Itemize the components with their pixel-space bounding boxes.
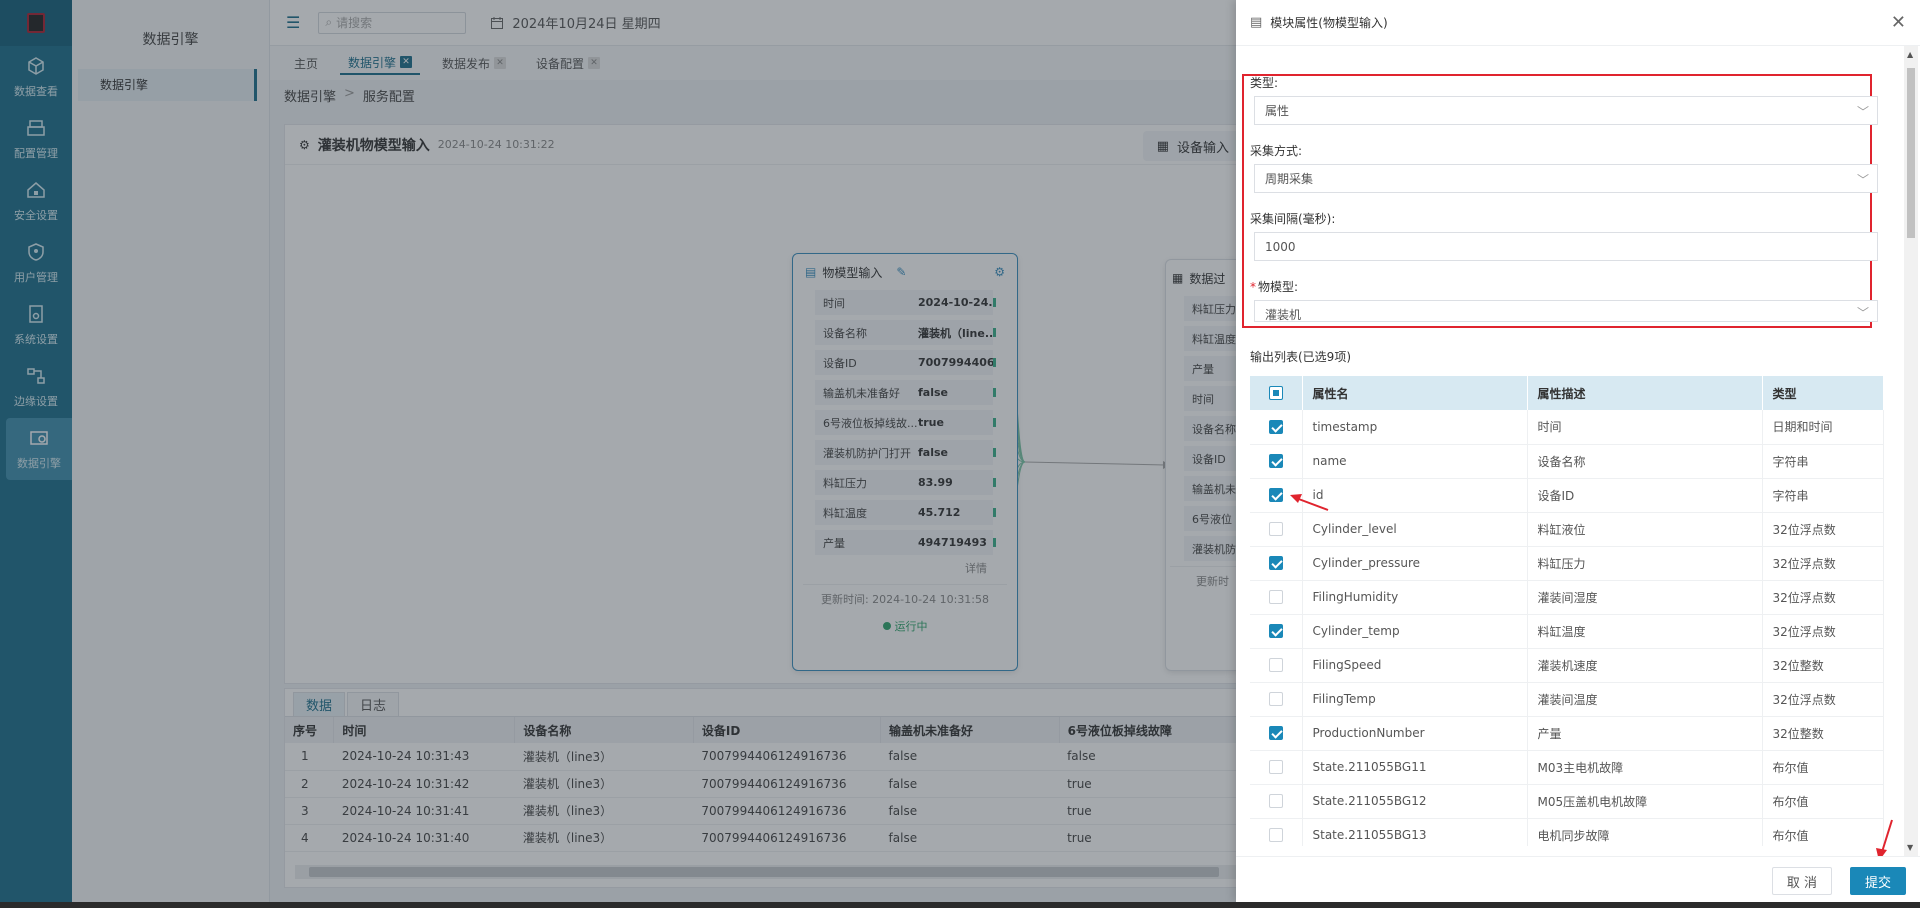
drawer-header: ▤ 模块属性(物模型输入) ✕ <box>1236 0 1920 46</box>
chevron-down-icon: ﹀ <box>1856 306 1869 320</box>
row-checkbox[interactable] <box>1250 648 1303 683</box>
attr-desc: 料缸温度 <box>1527 614 1763 649</box>
output-row[interactable]: Cylinder_pressure 料缸压力 32位浮点数 <box>1250 546 1884 581</box>
document-icon: ▤ <box>1250 15 1263 30</box>
row-checkbox[interactable] <box>1250 818 1303 846</box>
attr-name: State.211055BG13 <box>1302 818 1528 846</box>
chevron-down-icon: ﹀ <box>1856 105 1869 119</box>
method-value: 周期采集 <box>1265 172 1314 186</box>
output-row[interactable]: timestamp 时间 日期和时间 <box>1250 410 1884 445</box>
output-row[interactable]: ProductionNumber 产量 32位整数 <box>1250 716 1884 751</box>
attr-type: 32位浮点数 <box>1762 512 1884 547</box>
attr-name: State.211055BG11 <box>1302 750 1528 785</box>
attr-type: 32位浮点数 <box>1762 546 1884 581</box>
row-checkbox[interactable] <box>1250 410 1303 445</box>
attr-type: 布尔值 <box>1762 784 1884 819</box>
type-label: 类型: <box>1250 76 1279 90</box>
close-icon[interactable]: ✕ <box>1891 12 1906 33</box>
attr-type: 布尔值 <box>1762 818 1884 846</box>
output-row[interactable]: State.211055BG13 电机同步故障 布尔值 <box>1250 818 1884 846</box>
attr-desc: 设备名称 <box>1527 444 1763 479</box>
attr-name: Cylinder_pressure <box>1302 546 1528 581</box>
output-table: 属性名 属性描述 类型 timestamp 时间 日期和时间 name 设备名称 字符串 i… <box>1250 376 1884 846</box>
output-row[interactable]: name 设备名称 字符串 <box>1250 444 1884 479</box>
attr-type: 32位整数 <box>1762 716 1884 751</box>
select-all-checkbox[interactable] <box>1250 376 1303 410</box>
vertical-scrollbar[interactable]: ▲ ▼ <box>1904 46 1918 856</box>
attr-type: 32位浮点数 <box>1762 682 1884 717</box>
attr-desc: 料缸液位 <box>1527 512 1763 547</box>
interval-value: 1000 <box>1265 239 1296 254</box>
output-row[interactable]: FilingTemp 灌装间温度 32位浮点数 <box>1250 682 1884 717</box>
attr-type: 32位整数 <box>1762 648 1884 683</box>
attr-desc: M05压盖机电机故障 <box>1527 784 1763 819</box>
attr-desc: 时间 <box>1527 410 1763 445</box>
row-checkbox[interactable] <box>1250 784 1303 819</box>
cancel-button[interactable]: 取 消 <box>1771 867 1832 895</box>
method-label: 采集方式: <box>1250 144 1303 158</box>
chevron-down-icon: ﹀ <box>1856 173 1869 187</box>
row-checkbox[interactable] <box>1250 580 1303 615</box>
modal-overlay[interactable] <box>0 0 1236 908</box>
row-checkbox[interactable] <box>1250 716 1303 751</box>
attr-desc: M03主电机故障 <box>1527 750 1763 785</box>
col-attr-name: 属性名 <box>1302 376 1528 410</box>
attr-desc: 灌装间温度 <box>1527 682 1763 717</box>
drawer-footer: 取 消 提交 <box>1236 856 1920 902</box>
properties-drawer: ▤ 模块属性(物模型输入) ✕ 类型: 属性 ﹀ 采集方式: 周期采集 ﹀ 采集… <box>1236 0 1920 902</box>
attr-type: 字符串 <box>1762 478 1884 513</box>
attr-type: 字符串 <box>1762 444 1884 479</box>
col-attr-type: 类型 <box>1762 376 1884 410</box>
type-select[interactable]: 属性 ﹀ <box>1254 96 1878 125</box>
attr-desc: 灌装机速度 <box>1527 648 1763 683</box>
attr-desc: 料缸压力 <box>1527 546 1763 581</box>
model-label-text: 物模型: <box>1258 280 1299 294</box>
attr-type: 布尔值 <box>1762 750 1884 785</box>
attr-name: ProductionNumber <box>1302 716 1528 751</box>
attr-name: FilingTemp <box>1302 682 1528 717</box>
attr-type: 32位浮点数 <box>1762 580 1884 615</box>
attr-name: FilingSpeed <box>1302 648 1528 683</box>
attr-desc: 灌装间湿度 <box>1527 580 1763 615</box>
attr-desc: 设备ID <box>1527 478 1763 513</box>
interval-input[interactable]: 1000 <box>1254 232 1878 261</box>
attr-name: timestamp <box>1302 410 1528 445</box>
model-value: 灌装机 <box>1265 308 1302 322</box>
model-select[interactable]: 灌装机 ﹀ <box>1254 300 1878 322</box>
row-checkbox[interactable] <box>1250 682 1303 717</box>
row-checkbox[interactable] <box>1250 750 1303 785</box>
output-row[interactable]: Cylinder_temp 料缸温度 32位浮点数 <box>1250 614 1884 649</box>
row-checkbox[interactable] <box>1250 546 1303 581</box>
taskbar-strip <box>0 902 1920 908</box>
output-row[interactable]: FilingHumidity 灌装间湿度 32位浮点数 <box>1250 580 1884 615</box>
method-select[interactable]: 周期采集 ﹀ <box>1254 164 1878 193</box>
drawer-body: 类型: 属性 ﹀ 采集方式: 周期采集 ﹀ 采集间隔(毫秒): 1000 * 物模… <box>1236 46 1900 846</box>
output-row[interactable]: id 设备ID 字符串 <box>1250 478 1884 513</box>
attr-type: 日期和时间 <box>1762 410 1884 445</box>
interval-label: 采集间隔(毫秒): <box>1250 212 1336 226</box>
attr-name: name <box>1302 444 1528 479</box>
col-attr-desc: 属性描述 <box>1527 376 1763 410</box>
attr-desc: 产量 <box>1527 716 1763 751</box>
output-list-title: 输出列表(已选9项) <box>1250 350 1351 364</box>
drawer-title: 模块属性(物模型输入) <box>1270 16 1388 30</box>
output-row[interactable]: FilingSpeed 灌装机速度 32位整数 <box>1250 648 1884 683</box>
model-label: * 物模型: <box>1250 280 1299 294</box>
type-value: 属性 <box>1265 104 1290 118</box>
row-checkbox[interactable] <box>1250 444 1303 479</box>
output-row[interactable]: State.211055BG12 M05压盖机电机故障 布尔值 <box>1250 784 1884 819</box>
submit-button[interactable]: 提交 <box>1849 867 1906 895</box>
attr-name: FilingHumidity <box>1302 580 1528 615</box>
attr-type: 32位浮点数 <box>1762 614 1884 649</box>
output-row[interactable]: Cylinder_level 料缸液位 32位浮点数 <box>1250 512 1884 547</box>
attr-desc: 电机同步故障 <box>1527 818 1763 846</box>
attr-name: State.211055BG12 <box>1302 784 1528 819</box>
attr-name: Cylinder_temp <box>1302 614 1528 649</box>
output-row[interactable]: State.211055BG11 M03主电机故障 布尔值 <box>1250 750 1884 785</box>
row-checkbox[interactable] <box>1250 614 1303 649</box>
annotation-arrow-icon <box>1290 494 1329 511</box>
